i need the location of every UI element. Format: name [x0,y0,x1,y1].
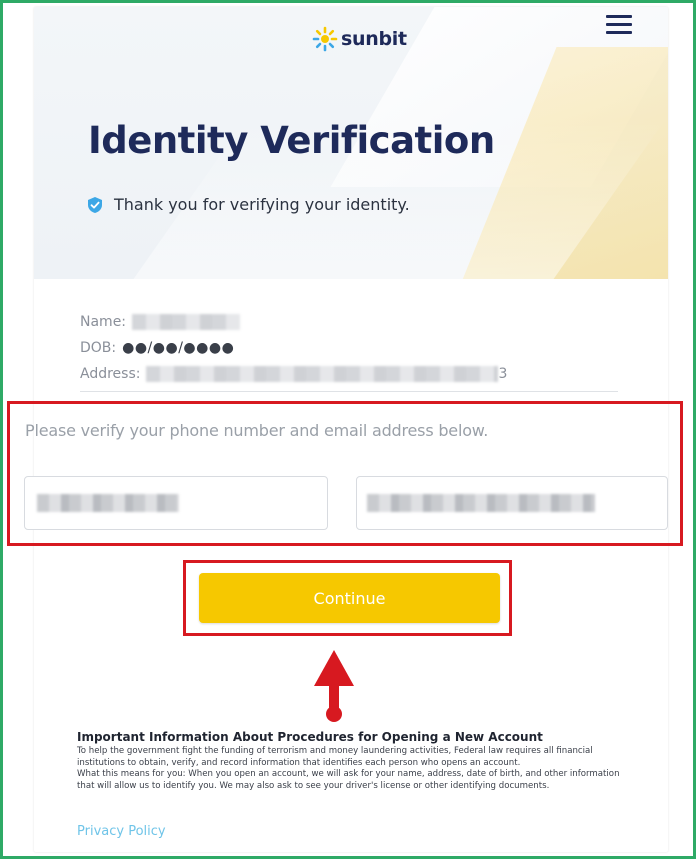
name-label: Name: [80,314,127,330]
hero-banner: sunbit Identity Verification Thank you f… [34,7,668,279]
sunbit-logo[interactable]: sunbit [312,25,407,53]
arrow-up-icon [314,650,354,722]
info-dob-row: DOB: ●●/●●/●●●● [80,335,507,361]
hamburger-menu-icon[interactable] [606,15,632,37]
dob-label: DOB: [80,340,117,356]
verified-text: Thank you for verifying your identity. [114,195,410,214]
address-label: Address: [80,366,141,382]
sun-logo-icon [312,26,338,52]
legal-paragraph: What this means for you: When you open a… [77,769,620,791]
address-tail: 3 [498,366,508,382]
customer-info: Name: DOB: ●●/●●/●●●● Address: 3 [80,309,507,387]
info-address-row: Address: 3 [80,361,507,387]
legal-title: Important Information About Procedures f… [77,730,543,744]
legal-notice: Important Information About Procedures f… [77,730,622,792]
logo-text: sunbit [341,28,407,50]
verified-message: Thank you for verifying your identity. [86,195,410,214]
menu-line [606,15,632,18]
privacy-policy-link[interactable]: Privacy Policy [77,824,166,839]
divider [80,391,618,392]
address-redacted [146,366,499,382]
name-redacted [132,314,241,330]
check-shield-icon [88,196,102,213]
highlight-continue-button [183,560,512,636]
info-name-row: Name: [80,309,507,335]
menu-line [606,23,632,26]
dob-value: ●●/●●/●●●● [122,340,235,356]
menu-line [606,31,632,34]
page-title: Identity Verification [88,119,495,162]
legal-paragraph: To help the government fight the funding… [77,746,593,768]
highlight-verify-section [7,401,683,546]
